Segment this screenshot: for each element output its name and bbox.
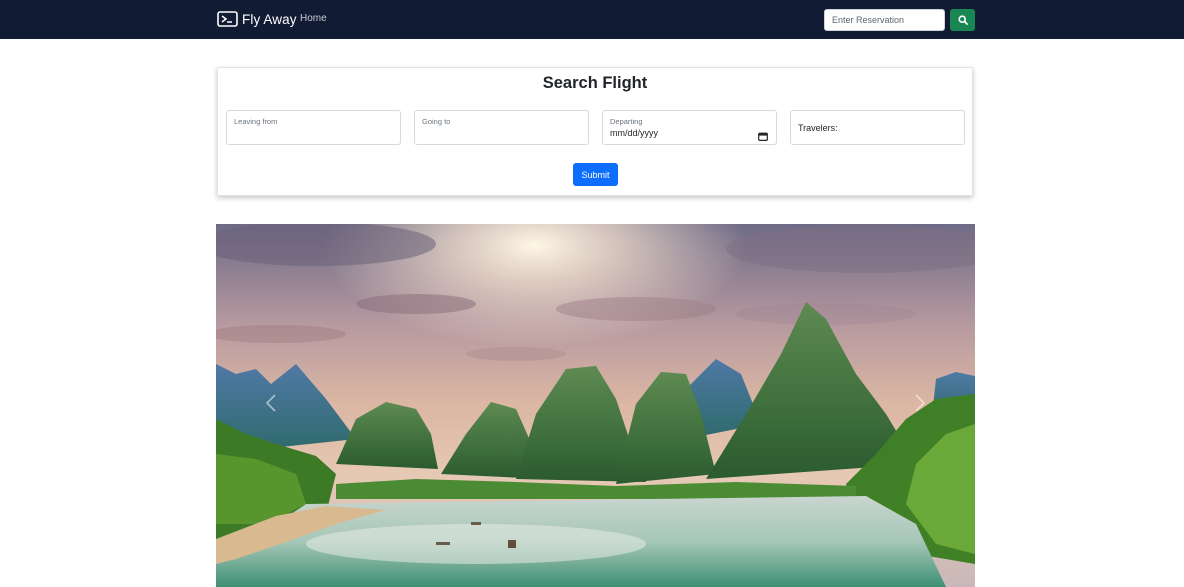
departing-date-field[interactable]: Departing mm/dd/yyyy bbox=[602, 110, 777, 145]
brand-link[interactable]: Fly Away bbox=[217, 8, 297, 30]
reservation-search-button[interactable] bbox=[950, 9, 975, 31]
nav-link-home[interactable]: Home bbox=[300, 13, 327, 24]
leaving-from-field[interactable]: Leaving from bbox=[226, 110, 401, 145]
carousel-prev-button[interactable] bbox=[216, 224, 326, 587]
image-carousel bbox=[216, 224, 975, 587]
leaving-from-label: Leaving from bbox=[234, 117, 278, 126]
chevron-right-icon bbox=[914, 393, 926, 418]
search-icon bbox=[957, 13, 968, 28]
airplane-ticket-icon bbox=[217, 11, 238, 27]
reservation-search-input[interactable] bbox=[824, 9, 945, 31]
departing-label: Departing bbox=[610, 117, 643, 126]
carousel-next-button[interactable] bbox=[865, 224, 975, 587]
navbar: Fly Away Home bbox=[0, 0, 1184, 39]
calendar-icon[interactable] bbox=[758, 128, 768, 141]
search-form-title: Search Flight bbox=[542, 74, 648, 92]
going-to-label: Going to bbox=[422, 117, 451, 126]
chevron-left-icon bbox=[265, 393, 277, 418]
brand-name: Fly Away bbox=[242, 11, 297, 27]
karst-mountains-river-image bbox=[216, 224, 975, 587]
departing-date-value: mm/dd/yyyy bbox=[610, 128, 659, 138]
flight-search-card: Search Flight Leaving from Going to Depa… bbox=[217, 67, 973, 196]
travelers-label: Travelers: bbox=[798, 123, 838, 133]
travelers-field[interactable]: Travelers: bbox=[790, 110, 965, 145]
submit-button[interactable]: Submit bbox=[573, 163, 618, 186]
going-to-field[interactable]: Going to bbox=[414, 110, 589, 145]
